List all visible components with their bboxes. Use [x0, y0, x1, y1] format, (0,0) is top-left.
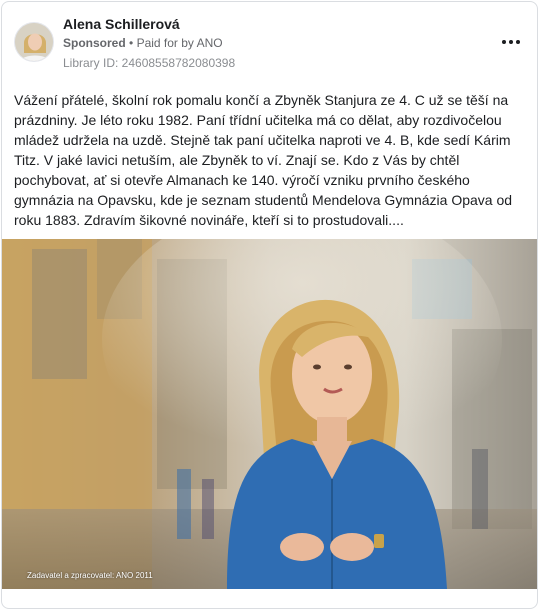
author-name[interactable]: Alena Schillerová	[63, 16, 180, 32]
post-body: Vážení přátelé, školní rok pomalu končí …	[14, 92, 516, 228]
paid-for-text: Paid for by ANO	[136, 36, 223, 50]
sponsored-label: Sponsored	[63, 36, 126, 50]
sponsored-line: Sponsored • Paid for by ANO	[63, 36, 223, 50]
library-id: Library ID: 24608558782080398	[63, 56, 236, 70]
avatar-image	[15, 23, 53, 61]
image-caption: Zadavatel a zpracovatel: ANO 2011	[27, 571, 153, 580]
avatar[interactable]	[14, 22, 54, 62]
ad-image[interactable]	[2, 239, 537, 589]
more-options-icon[interactable]	[499, 30, 523, 54]
meta-separator: •	[129, 36, 134, 50]
post-header: Alena Schillerová Sponsored • Paid for b…	[14, 16, 525, 76]
portrait-photo	[2, 239, 537, 589]
ad-card: Alena Schillerová Sponsored • Paid for b…	[1, 1, 538, 609]
